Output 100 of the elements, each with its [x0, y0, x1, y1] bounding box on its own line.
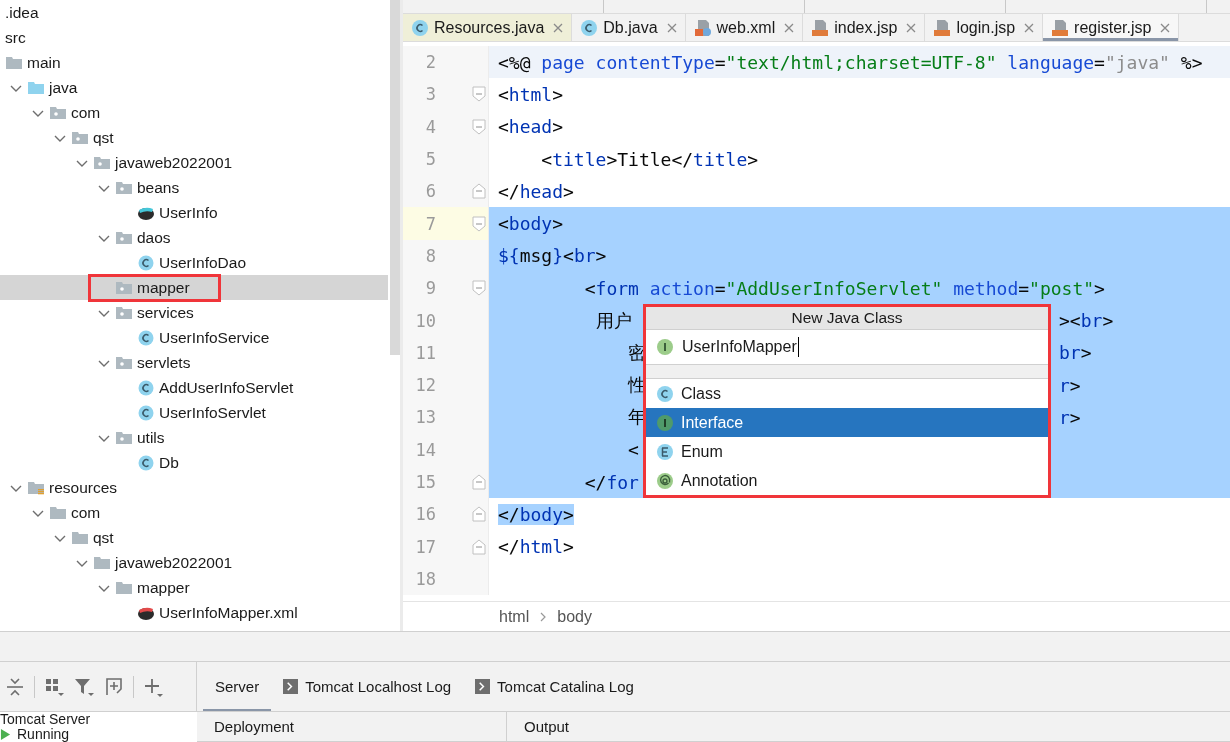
- kind-option[interactable]: Interface: [646, 408, 1048, 437]
- code-line: </for: [583, 471, 639, 493]
- tree-item[interactable]: mapper: [0, 575, 388, 600]
- class-icon: [137, 454, 155, 471]
- fold-start-icon[interactable]: [472, 215, 486, 232]
- folder-icon: [93, 554, 111, 571]
- tree-item[interactable]: com: [0, 500, 388, 525]
- editor-tab[interactable]: register.jsp: [1043, 14, 1180, 41]
- line-number: 2: [424, 52, 436, 73]
- tree-item[interactable]: daos: [0, 225, 388, 250]
- close-icon[interactable]: [553, 22, 564, 33]
- fold-start-icon[interactable]: [472, 86, 486, 103]
- fold-start-icon[interactable]: [472, 280, 486, 297]
- tree-item[interactable]: AddUserInfoServlet: [0, 375, 388, 400]
- line-number: 5: [424, 149, 436, 170]
- file-icon: [693, 18, 712, 37]
- kind-option[interactable]: Class: [646, 379, 1048, 408]
- panel-tab[interactable]: Tomcat Localhost Log: [271, 662, 464, 711]
- code-line: 年: [627, 405, 647, 430]
- folder-icon: [5, 54, 23, 71]
- line-number: 8: [424, 245, 436, 266]
- service-item[interactable]: Tomcat Server: [0, 712, 197, 727]
- resources-folder-icon: [27, 479, 45, 496]
- class-icon: [411, 18, 429, 37]
- tree-item[interactable]: main: [0, 50, 388, 75]
- editor-tab[interactable]: Resources.java: [403, 14, 573, 41]
- code-line: </head>: [498, 180, 574, 202]
- file-icon: [1051, 18, 1070, 37]
- close-icon[interactable]: [784, 22, 795, 33]
- class-icon: [137, 254, 155, 271]
- tree-item[interactable]: UserInfoMapper.xml: [0, 600, 388, 625]
- tree-item[interactable]: qst: [0, 125, 388, 150]
- code-line: ${msg}<br>: [498, 245, 607, 267]
- line-number: 11: [414, 342, 436, 363]
- close-icon[interactable]: [1160, 22, 1171, 33]
- package-folder-icon: [115, 179, 133, 196]
- code-line: </html>: [498, 536, 574, 558]
- play-icon: [0, 729, 11, 740]
- code-fragment: r>: [1059, 374, 1081, 396]
- tree-item[interactable]: javaweb2022001: [0, 150, 388, 175]
- collapse-icon[interactable]: [4, 675, 26, 698]
- line-number: 13: [414, 407, 436, 428]
- package-folder-icon: [115, 354, 133, 371]
- tree-item[interactable]: javaweb2022001: [0, 550, 388, 575]
- tree-item[interactable]: UserInfoServlet: [0, 400, 388, 425]
- line-number: 16: [414, 504, 436, 525]
- close-icon[interactable]: [666, 22, 677, 33]
- tree-item[interactable]: src: [0, 25, 388, 50]
- code-line: <body>: [498, 213, 564, 235]
- tree-item[interactable]: Db: [0, 450, 388, 475]
- tree-item[interactable]: servlets: [0, 350, 388, 375]
- frame-plus-icon[interactable]: [103, 675, 125, 698]
- line-number: 10: [414, 310, 436, 331]
- tree-item[interactable]: UserInfoService: [0, 325, 388, 350]
- service-item[interactable]: Running: [0, 727, 197, 742]
- tree-item[interactable]: qst: [0, 525, 388, 550]
- code-fragment: ><br>: [1059, 310, 1114, 331]
- class-icon: [137, 329, 155, 346]
- panel-tab[interactable]: Server: [203, 662, 272, 711]
- code-line: <form action="AddUserInfoServlet" method="post">: [583, 277, 1105, 299]
- code-line: 用户: [594, 308, 632, 333]
- tree-item[interactable]: UserInfoDao: [0, 250, 388, 275]
- package-folder-icon: [115, 229, 133, 246]
- package-folder-icon: [115, 279, 133, 296]
- close-icon[interactable]: [1024, 22, 1035, 33]
- editor-tab[interactable]: index.jsp: [803, 14, 926, 41]
- class-icon: [137, 404, 155, 421]
- tree-item[interactable]: resources: [0, 475, 388, 500]
- editor-tab[interactable]: Db.java: [572, 14, 686, 41]
- tree-item[interactable]: services: [0, 300, 388, 325]
- folder-icon: [115, 579, 133, 596]
- code-line: 性: [626, 373, 647, 398]
- scrollbar[interactable]: [390, 0, 400, 355]
- tree-item[interactable]: UserInfo: [0, 200, 388, 225]
- console-icon: [475, 679, 491, 694]
- panel-tab[interactable]: Tomcat Catalina Log: [463, 662, 646, 711]
- class-icon: [137, 379, 155, 396]
- tree-item[interactable]: .idea: [0, 0, 388, 25]
- kind-option[interactable]: Annotation: [646, 466, 1048, 495]
- fold-start-icon[interactable]: [472, 118, 486, 135]
- breadcrumb[interactable]: html: [499, 607, 530, 626]
- tree-item[interactable]: com: [0, 100, 388, 125]
- package-folder-icon: [93, 154, 111, 171]
- folder-icon: [71, 529, 89, 546]
- breadcrumb[interactable]: body: [557, 607, 592, 626]
- kind-option[interactable]: Enum: [646, 437, 1048, 466]
- package-folder-icon: [115, 429, 133, 446]
- folder-icon: [49, 504, 67, 521]
- popup-title: New Java Class: [646, 307, 1048, 330]
- close-icon[interactable]: [906, 22, 917, 33]
- editor-tab[interactable]: login.jsp: [925, 14, 1044, 41]
- editor-tab[interactable]: web.xml: [685, 14, 804, 41]
- line-number: 4: [424, 116, 436, 137]
- interface-icon: [656, 338, 674, 356]
- tree-item[interactable]: utils: [0, 425, 388, 450]
- tree-item[interactable]: mapper: [0, 275, 388, 300]
- file-icon: [933, 18, 952, 37]
- tree-item[interactable]: java: [0, 75, 388, 100]
- tree-item[interactable]: beans: [0, 175, 388, 200]
- code-line: <title>Title</title>: [540, 148, 759, 170]
